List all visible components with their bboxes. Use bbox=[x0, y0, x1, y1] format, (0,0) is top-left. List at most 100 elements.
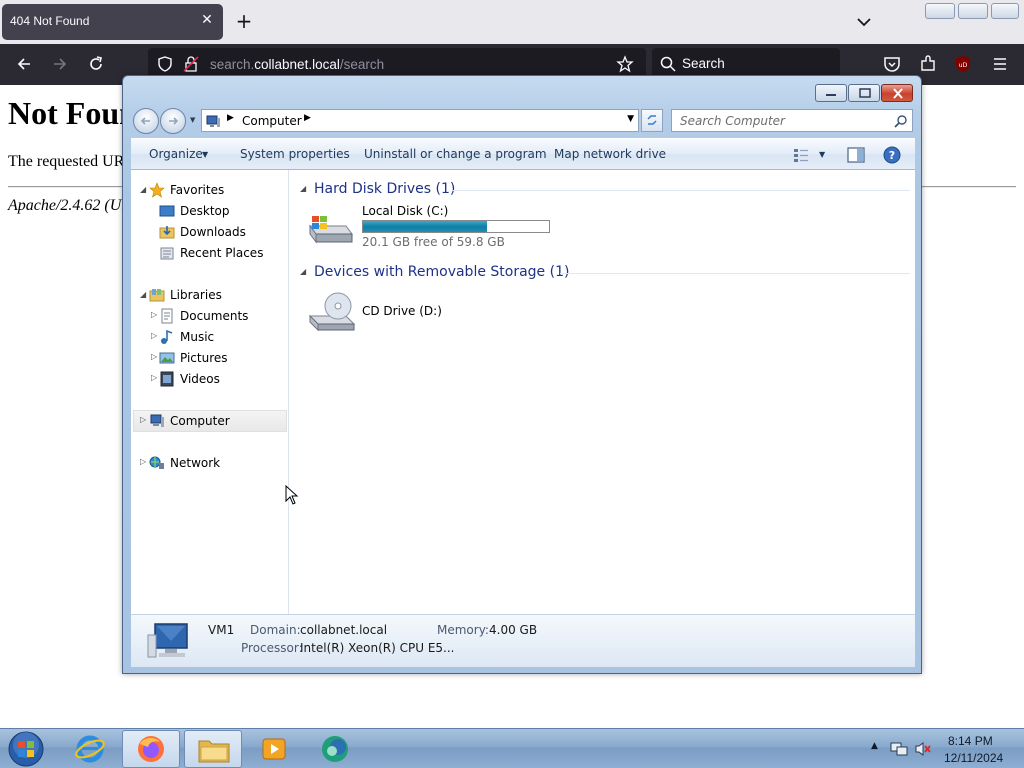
star-icon bbox=[149, 182, 165, 198]
media-player-icon bbox=[262, 738, 286, 760]
address-history-dropdown-icon[interactable]: ▼ bbox=[627, 114, 634, 124]
hard-drive-windows-icon bbox=[309, 216, 353, 244]
vm-minimize-button[interactable] bbox=[925, 3, 955, 19]
bookmark-star-icon[interactable] bbox=[616, 55, 634, 73]
computer-monitor-icon bbox=[147, 623, 188, 658]
removable-group-title[interactable]: Devices with Removable Storage (1) bbox=[314, 264, 569, 280]
map-network-drive-button[interactable]: Map network drive bbox=[554, 147, 666, 161]
hdd-group-title[interactable]: Hard Disk Drives (1) bbox=[314, 181, 455, 197]
forward-arrow-icon[interactable] bbox=[50, 54, 70, 74]
search-computer-field[interactable]: Search Computer bbox=[671, 109, 913, 132]
pocket-icon[interactable] bbox=[882, 54, 902, 74]
refresh-button[interactable] bbox=[641, 109, 663, 132]
taskbar-media-player[interactable] bbox=[245, 730, 303, 768]
system-properties-button[interactable]: System properties bbox=[240, 147, 350, 161]
nav-music[interactable]: Music bbox=[159, 327, 279, 347]
processor-value: Intel(R) Xeon(R) CPU E5... bbox=[300, 641, 455, 655]
items-pane: ◢ Hard Disk Drives (1) Local Disk (C:) 2… bbox=[290, 170, 915, 614]
search-icon[interactable] bbox=[894, 114, 908, 128]
nav-videos[interactable]: Videos bbox=[159, 369, 279, 389]
view-options-chevron-down-icon[interactable]: ▼ bbox=[819, 150, 825, 159]
maximize-button[interactable] bbox=[848, 84, 880, 102]
back-button[interactable] bbox=[133, 108, 159, 134]
favorites-collapse-icon[interactable]: ◢ bbox=[140, 186, 148, 194]
start-button[interactable] bbox=[6, 730, 46, 768]
nav-computer[interactable]: Computer bbox=[149, 411, 279, 431]
search-icon bbox=[660, 56, 676, 72]
forward-button[interactable] bbox=[160, 108, 186, 134]
browser-tab[interactable]: 404 Not Found ✕ bbox=[2, 4, 223, 40]
downloads-folder-icon bbox=[159, 226, 175, 239]
videos-expand-icon[interactable]: ▷ bbox=[151, 374, 159, 382]
clock-date[interactable]: 12/11/2024 bbox=[944, 751, 1003, 765]
documents-expand-icon[interactable]: ▷ bbox=[151, 311, 159, 319]
volume-muted-icon[interactable] bbox=[914, 741, 932, 757]
breadcrumb-chevron-icon[interactable]: ▶ bbox=[304, 113, 311, 123]
removable-group-collapse-icon[interactable]: ◢ bbox=[300, 267, 306, 276]
insecure-lock-icon[interactable] bbox=[182, 55, 200, 73]
explorer-window[interactable]: ▼ ▶ Computer ▶ ▼ Search Computer Organiz… bbox=[122, 75, 922, 674]
taskbar-app[interactable] bbox=[307, 730, 365, 768]
music-expand-icon[interactable]: ▷ bbox=[151, 332, 159, 340]
menu-hamburger-icon[interactable] bbox=[990, 54, 1010, 74]
cd-drive-icon bbox=[308, 292, 356, 332]
url-path: /search bbox=[339, 57, 385, 72]
pictures-expand-icon[interactable]: ▷ bbox=[151, 353, 159, 361]
music-note-icon bbox=[161, 329, 173, 344]
taskbar-windows-explorer[interactable] bbox=[184, 730, 242, 768]
nav-libraries[interactable]: Libraries bbox=[149, 285, 279, 305]
breadcrumb-separator-icon[interactable]: ▶ bbox=[227, 113, 234, 123]
nav-downloads[interactable]: Downloads bbox=[159, 222, 279, 242]
reload-icon[interactable] bbox=[86, 54, 106, 74]
vm-close-button[interactable] bbox=[991, 3, 1019, 19]
taskbar-firefox[interactable] bbox=[122, 730, 180, 768]
documents-icon bbox=[161, 308, 173, 324]
close-icon bbox=[893, 88, 903, 99]
nav-favorites[interactable]: Favorites bbox=[149, 180, 279, 200]
windows-start-orb-icon bbox=[8, 731, 44, 767]
back-arrow-icon bbox=[140, 117, 150, 125]
uninstall-program-button[interactable]: Uninstall or change a program bbox=[364, 147, 547, 161]
recent-pages-dropdown-icon[interactable]: ▼ bbox=[190, 116, 200, 126]
minimize-button[interactable] bbox=[815, 84, 847, 102]
libraries-collapse-icon[interactable]: ◢ bbox=[140, 291, 148, 299]
nav-label: Network bbox=[170, 456, 221, 470]
clock-time[interactable]: 8:14 PM bbox=[948, 734, 993, 748]
computer-icon bbox=[150, 414, 164, 427]
domain-value: collabnet.local bbox=[300, 623, 388, 637]
back-arrow-icon[interactable] bbox=[14, 54, 34, 74]
close-button[interactable] bbox=[881, 84, 913, 102]
change-view-icon[interactable] bbox=[793, 147, 809, 163]
network-expand-icon[interactable]: ▷ bbox=[140, 458, 148, 466]
vm-restore-button[interactable] bbox=[958, 3, 988, 19]
nav-documents[interactable]: Documents bbox=[159, 306, 279, 326]
new-tab-icon[interactable]: + bbox=[234, 11, 254, 31]
taskbar-internet-explorer[interactable] bbox=[61, 730, 119, 768]
address-bar[interactable]: ▶ Computer ▶ ▼ bbox=[201, 109, 639, 132]
show-hidden-icons-icon[interactable]: ▲ bbox=[871, 741, 878, 751]
shield-icon[interactable] bbox=[156, 55, 174, 73]
nav-network[interactable]: Network bbox=[149, 453, 279, 473]
list-all-tabs-icon[interactable] bbox=[854, 12, 874, 32]
network-status-icon[interactable] bbox=[890, 741, 908, 757]
nav-pictures[interactable]: Pictures bbox=[159, 348, 279, 368]
url-domain: collabnet.local bbox=[254, 57, 340, 72]
system-tray: ▲ 8:14 PM 12/11/2024 bbox=[868, 729, 1024, 768]
cd-drive-d[interactable]: CD Drive (D:) bbox=[306, 290, 486, 340]
preview-pane-icon[interactable] bbox=[847, 147, 865, 163]
drive-name: Local Disk (C:) bbox=[362, 204, 449, 218]
local-disk-c[interactable]: Local Disk (C:) 20.1 GB free of 59.8 GB bbox=[306, 204, 560, 254]
ublock-origin-icon[interactable]: uD bbox=[953, 54, 973, 74]
computer-expand-icon[interactable]: ▷ bbox=[140, 416, 148, 424]
extensions-icon[interactable] bbox=[918, 54, 938, 74]
organize-menu[interactable]: Organize bbox=[149, 147, 203, 161]
tab-close-icon[interactable]: ✕ bbox=[199, 12, 215, 28]
breadcrumb-computer[interactable]: Computer bbox=[242, 114, 302, 128]
desktop-icon bbox=[159, 205, 175, 217]
hdd-group-collapse-icon[interactable]: ◢ bbox=[300, 184, 306, 193]
drive-name: CD Drive (D:) bbox=[362, 304, 442, 318]
nav-desktop[interactable]: Desktop bbox=[159, 201, 279, 221]
organize-chevron-down-icon[interactable]: ▼ bbox=[202, 150, 208, 159]
help-icon[interactable]: ? bbox=[883, 146, 901, 164]
nav-recent-places[interactable]: Recent Places bbox=[159, 243, 279, 263]
